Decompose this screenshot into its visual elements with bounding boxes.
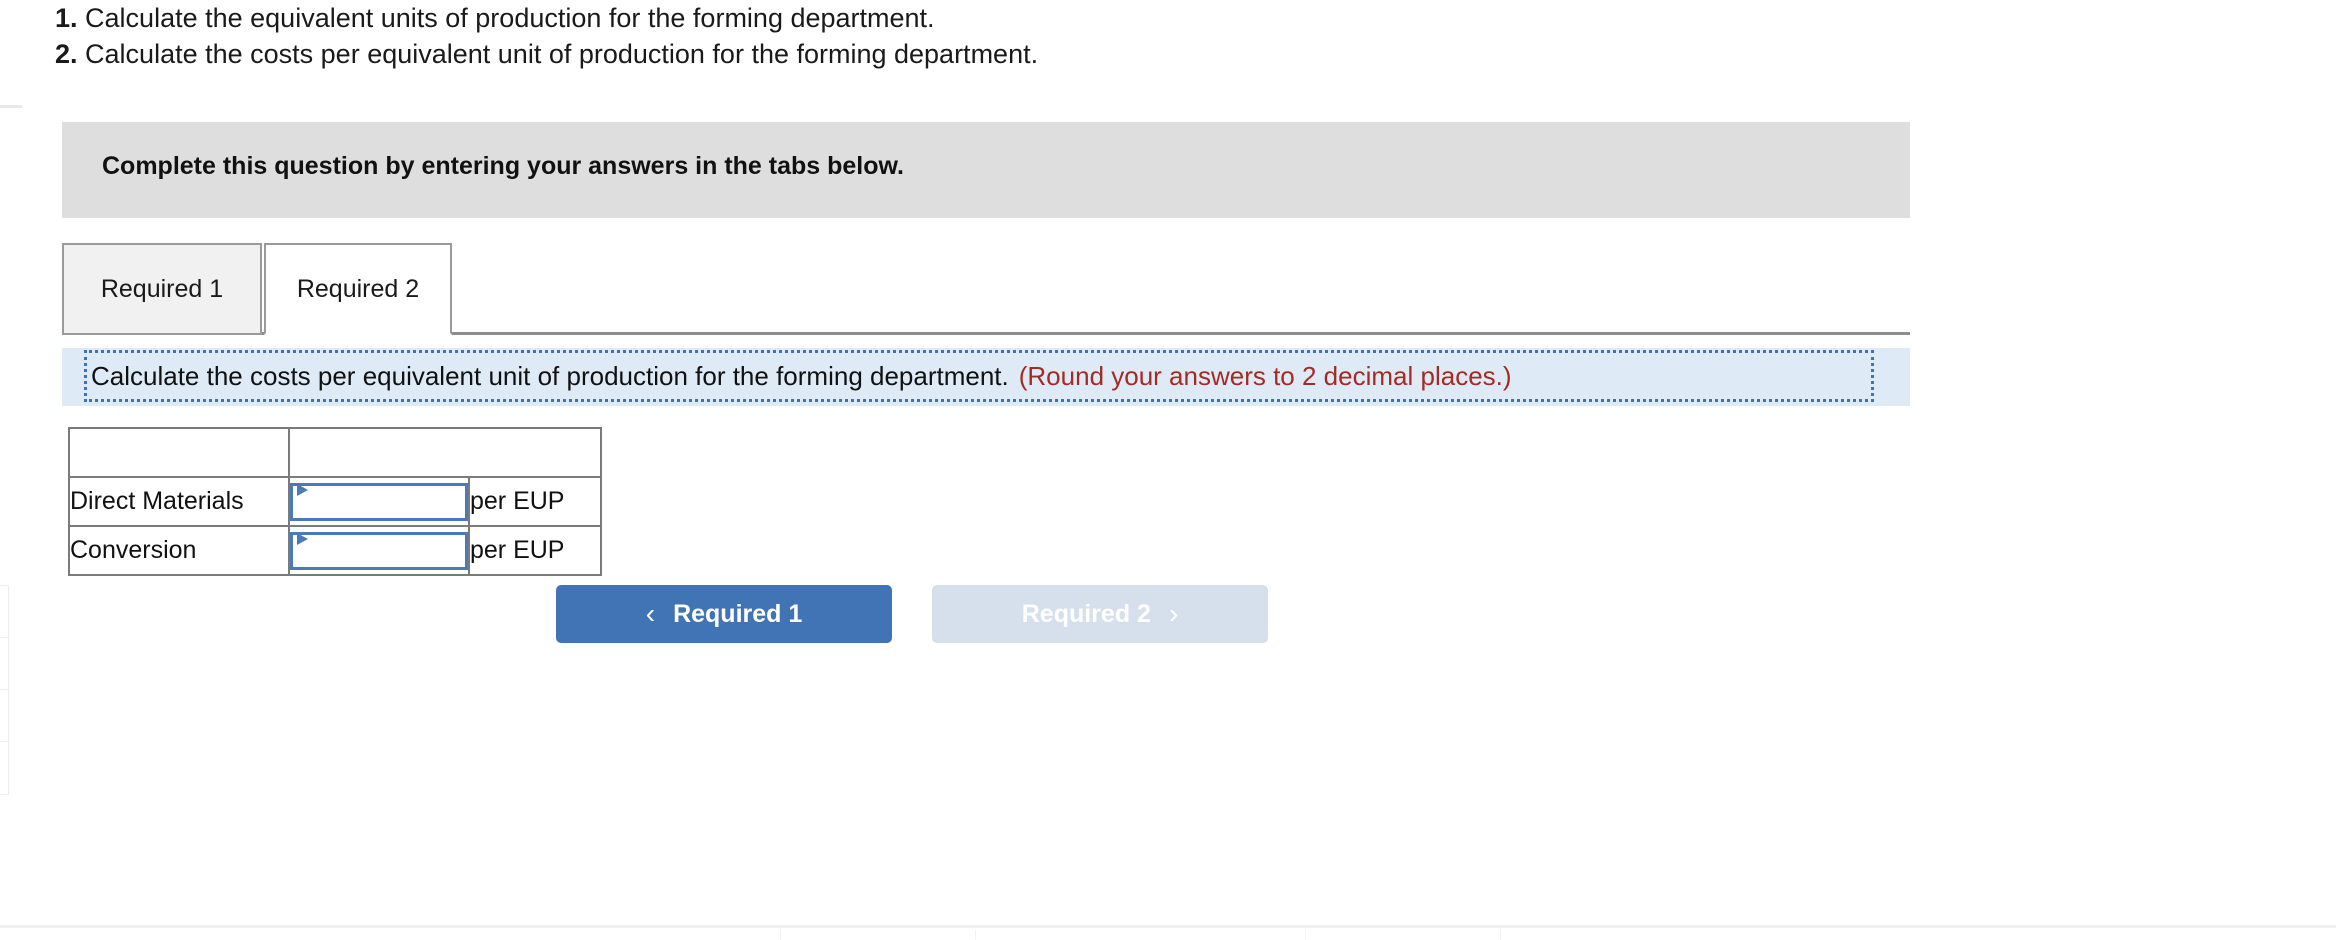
prompt-main-text: Calculate the costs per equivalent unit … xyxy=(91,360,1009,391)
tab-required-1[interactable]: Required 1 xyxy=(62,243,262,335)
page-edge-artifact-box xyxy=(0,585,9,639)
input-cell-conversion[interactable] xyxy=(288,525,470,576)
row-label-conversion: Conversion xyxy=(68,525,290,576)
table-row: Direct Materials per EUP xyxy=(68,476,602,527)
input-cell-direct-materials[interactable] xyxy=(288,476,470,527)
tab-required-2[interactable]: Required 2 xyxy=(264,243,452,335)
conversion-input[interactable] xyxy=(290,531,468,570)
question-number: 1. xyxy=(55,3,78,33)
prompt-rounding-note: (Round your answers to 2 decimal places.… xyxy=(1018,360,1512,391)
next-required-2-button[interactable]: Required 2 › xyxy=(932,585,1268,643)
page-edge-artifact-box xyxy=(0,689,9,743)
previous-required-1-button[interactable]: ‹ Required 1 xyxy=(556,585,892,643)
question-item: 2. Calculate the costs per equivalent un… xyxy=(55,36,1955,72)
previous-button-label: Required 1 xyxy=(673,599,803,628)
question-text: Calculate the costs per equivalent unit … xyxy=(85,39,1039,69)
chevron-right-icon: › xyxy=(1168,598,1179,629)
page-edge-artifact-box xyxy=(0,741,9,795)
tab-required-2-label: Required 2 xyxy=(296,274,420,303)
tab-required-1-label: Required 1 xyxy=(100,274,224,303)
question-item: 1. Calculate the equivalent units of pro… xyxy=(55,0,1955,36)
answer-table: Direct Materials per EUP Conversion per … xyxy=(68,427,602,576)
question-number: 2. xyxy=(55,39,78,69)
page-bottom-tick xyxy=(975,930,976,940)
chevron-left-icon: ‹ xyxy=(645,598,656,629)
page-bottom-tick xyxy=(1500,930,1501,940)
row-label-direct-materials: Direct Materials xyxy=(68,476,290,527)
tab-strip: Required 1 Required 2 xyxy=(62,243,1910,335)
prompt-bar: Calculate the costs per equivalent unit … xyxy=(62,348,1910,406)
page-bottom-tick xyxy=(780,930,781,940)
table-header-cell-label xyxy=(68,427,290,478)
table-header-cell-value xyxy=(288,427,602,478)
table-header-row xyxy=(68,427,602,478)
page-bottom-divider xyxy=(0,925,2336,928)
prompt-text-box: Calculate the costs per equivalent unit … xyxy=(84,350,1874,402)
table-row: Conversion per EUP xyxy=(68,525,602,576)
page-bottom-tick xyxy=(1305,930,1306,940)
next-button-label: Required 2 xyxy=(1021,599,1151,628)
direct-materials-input[interactable] xyxy=(290,482,468,521)
navigation-buttons: ‹ Required 1 Required 2 › xyxy=(556,585,1268,643)
instruction-banner: Complete this question by entering your … xyxy=(62,122,1910,218)
page-edge-artifact-top xyxy=(0,105,22,108)
question-list: 1. Calculate the equivalent units of pro… xyxy=(55,0,1955,72)
question-text: Calculate the equivalent units of produc… xyxy=(85,3,935,33)
unit-label-direct-materials: per EUP xyxy=(468,476,602,527)
instruction-banner-text: Complete this question by entering your … xyxy=(102,152,904,180)
page-edge-artifact-box xyxy=(0,637,9,691)
unit-label-conversion: per EUP xyxy=(468,525,602,576)
